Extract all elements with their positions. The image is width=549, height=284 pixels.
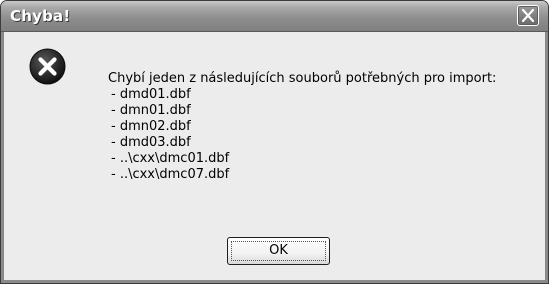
missing-file-item: - ..\cxx\dmc01.dbf <box>111 151 230 166</box>
close-icon <box>522 9 534 22</box>
missing-file-item: - dmn02.dbf <box>111 119 191 134</box>
missing-file-item: - dmn01.dbf <box>111 103 191 118</box>
missing-file-item: - ..\cxx\dmc07.dbf <box>111 167 230 182</box>
ok-button[interactable]: OK <box>227 237 330 265</box>
dialog-message: Chybí jeden z následujících souborů potř… <box>108 71 496 183</box>
dialog-title: Chyba! <box>10 7 71 25</box>
missing-file-item: - dmd01.dbf <box>111 87 191 102</box>
error-icon <box>29 48 66 85</box>
title-bar[interactable]: Chyba! <box>1 1 548 32</box>
message-intro: Chybí jeden z následujících souborů potř… <box>108 71 497 86</box>
ok-button-label: OK <box>269 243 288 258</box>
missing-file-item: - dmd03.dbf <box>111 135 191 150</box>
close-button[interactable] <box>517 5 539 26</box>
